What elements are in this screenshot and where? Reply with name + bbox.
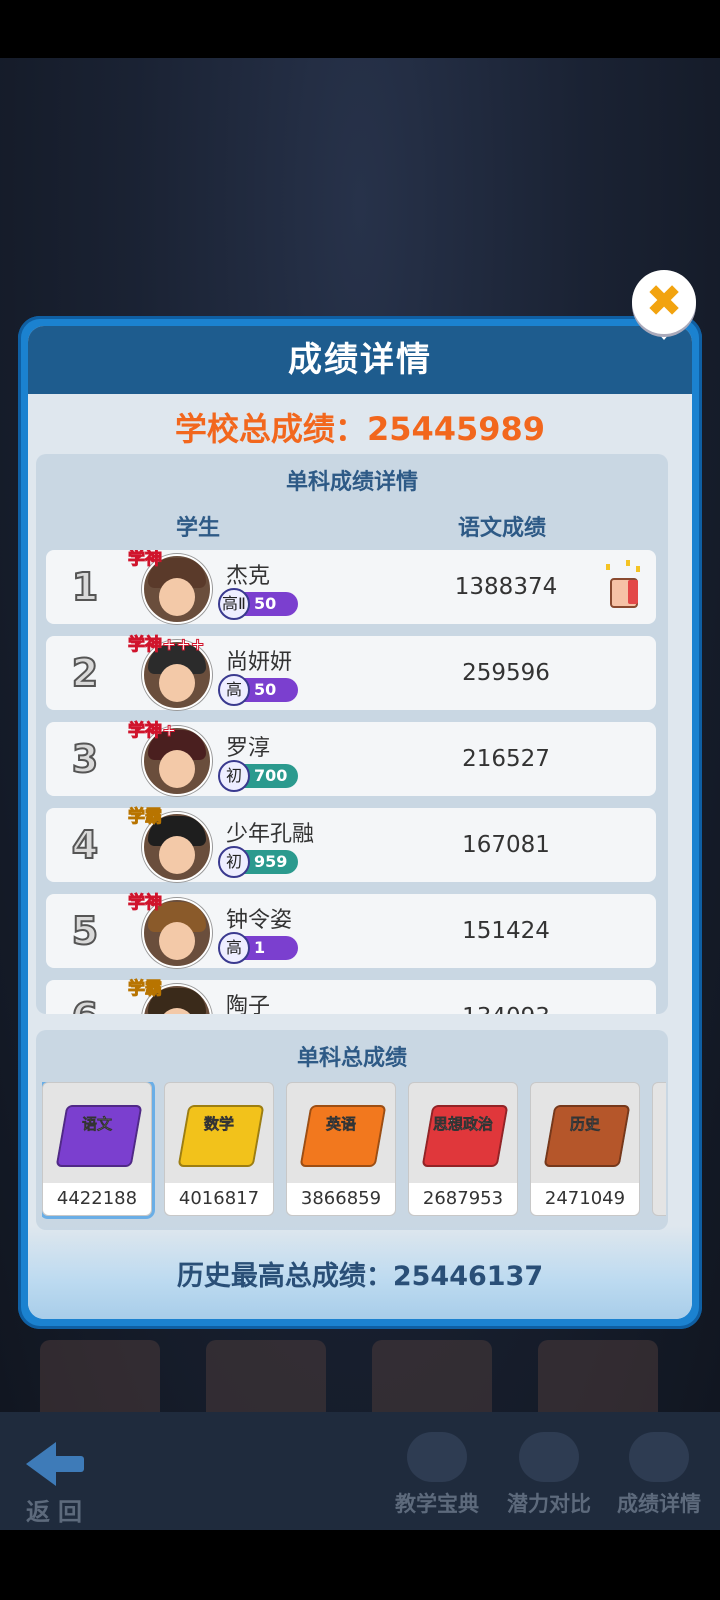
student-name: 钟令姿 xyxy=(226,908,293,933)
ranking-row[interactable]: 5 学神 钟令姿 高 1 151424 xyxy=(46,893,656,968)
history-best-value: 25446137 xyxy=(392,1261,544,1292)
level-number: 1 xyxy=(254,938,266,957)
school-total-value: 25445989 xyxy=(366,410,546,448)
teaching-guide-label: 教学宝典 xyxy=(395,1492,479,1516)
section-title: 单科总成绩 xyxy=(296,1046,407,1071)
dialog-title-bar: 成绩详情 xyxy=(28,326,692,394)
rank-number: 4 xyxy=(71,822,99,868)
section-title: 单科成绩详情 xyxy=(285,470,418,495)
school-total-label: 学校总成绩： xyxy=(174,410,367,448)
rank-number: 2 xyxy=(71,650,99,696)
rank-number: 1 xyxy=(71,564,99,610)
subject-label: 思想政治 xyxy=(433,1115,494,1134)
chart-icon xyxy=(519,1432,579,1482)
bottom-toolbar: 返回 教学宝典 潜力对比 成绩详情 xyxy=(0,1412,720,1530)
ranking-row[interactable]: 6 学霸 陶子 134093 xyxy=(46,979,656,1014)
subject-card-math[interactable]: 数学 4016817 xyxy=(164,1082,274,1216)
ranking-row[interactable]: 2 学神+++ 尚妍妍 高 50 259596 xyxy=(46,635,656,710)
subject-total: 3866859 xyxy=(287,1183,395,1215)
subject-card-english[interactable]: 英语 3866859 xyxy=(286,1082,396,1216)
level-number: 700 xyxy=(254,766,288,785)
column-header-score: 语文成绩 xyxy=(458,516,547,541)
score-details-button[interactable]: 成绩详情 xyxy=(604,1432,714,1522)
student-score: 216527 xyxy=(462,746,550,772)
title-badge: 学神+++ xyxy=(128,635,206,656)
school-total-score: 学校总成绩：25445989 xyxy=(28,404,692,450)
potential-compare-label: 潜力对比 xyxy=(507,1492,591,1516)
subject-card-politics[interactable]: 思想政治 2687953 xyxy=(408,1082,518,1216)
book-icon xyxy=(407,1432,467,1482)
subject-total: 2687953 xyxy=(409,1183,517,1215)
level-badge: 高Ⅱ 50 xyxy=(218,588,298,620)
subject-score-details-panel: 单科成绩详情 学生 语文成绩 1 学神 杰克 高Ⅱ 50 1388374 2 学… xyxy=(36,454,668,1014)
subject-card-history[interactable]: 历史 2471049 xyxy=(530,1082,640,1216)
level-tier: 高 xyxy=(218,674,250,706)
student-name: 罗淳 xyxy=(226,736,271,761)
subject-total: 4016817 xyxy=(165,1183,273,1215)
close-button[interactable]: ✖ xyxy=(632,270,696,334)
dialog-title: 成绩详情 xyxy=(288,340,432,380)
rank-number: 6 xyxy=(60,980,110,1014)
history-best-total: 历史最高总成绩：25446137 xyxy=(28,1254,692,1293)
teaching-guide-button[interactable]: 教学宝典 xyxy=(382,1432,492,1522)
subject-totals-panel: 单科总成绩 语文 4422188 数学 4016817 英语 3866859 思… xyxy=(36,1030,668,1230)
rank-number: 3 xyxy=(71,736,99,782)
student-score: 134093 xyxy=(426,980,586,1014)
level-tier: 高Ⅱ xyxy=(218,588,250,620)
subject-label: 英语 xyxy=(325,1115,357,1134)
level-tier: 初 xyxy=(218,846,250,878)
student-name: 陶子 xyxy=(226,994,271,1014)
subject-book-list[interactable]: 语文 4422188 数学 4016817 英语 3866859 思想政治 26… xyxy=(42,1082,666,1222)
student-score: 1388374 xyxy=(454,574,558,600)
title-badge: 学神+ xyxy=(127,721,177,742)
level-number: 959 xyxy=(254,852,288,871)
level-badge: 高 1 xyxy=(218,932,298,964)
level-number: 50 xyxy=(254,680,277,699)
ranking-row[interactable]: 4 学霸 少年孔融 初 959 167081 xyxy=(46,807,656,882)
level-tier: 初 xyxy=(218,760,250,792)
student-name: 少年孔融 xyxy=(226,822,315,847)
subject-label: 历史 xyxy=(569,1115,601,1134)
score-details-label: 成绩详情 xyxy=(617,1492,701,1516)
student-score: 167081 xyxy=(462,832,550,858)
back-button[interactable]: 返回 xyxy=(18,1442,98,1526)
level-number: 50 xyxy=(254,594,277,613)
subject-card-partial[interactable] xyxy=(652,1082,666,1216)
clipboard-icon xyxy=(629,1432,689,1482)
back-label: 返回 xyxy=(26,1498,90,1526)
history-best-label: 历史最高总成绩： xyxy=(176,1261,393,1292)
level-tier: 高 xyxy=(218,932,250,964)
back-arrow-icon xyxy=(52,1456,84,1472)
student-ranking-list[interactable]: 1 学神 杰克 高Ⅱ 50 1388374 2 学神+++ 尚妍妍 高 50 2… xyxy=(46,550,656,1014)
title-badge: 学神 xyxy=(128,550,163,570)
subject-label: 语文 xyxy=(81,1115,113,1134)
subject-total: 2471049 xyxy=(531,1183,639,1215)
student-score: 259596 xyxy=(462,660,550,686)
subject-card-chinese[interactable]: 语文 4422188 xyxy=(42,1082,152,1216)
level-badge: 初 959 xyxy=(218,846,298,878)
student-score: 151424 xyxy=(462,918,550,944)
subject-total: 4422188 xyxy=(43,1183,151,1215)
title-badge: 学霸 xyxy=(128,807,163,828)
potential-compare-button[interactable]: 潜力对比 xyxy=(494,1432,604,1522)
student-name: 尚妍妍 xyxy=(226,650,293,675)
close-icon: ✖ xyxy=(645,276,683,327)
subject-label: 数学 xyxy=(203,1115,235,1134)
score-details-dialog: 成绩详情 学校总成绩：25445989 单科成绩详情 学生 语文成绩 1 学神 … xyxy=(18,316,702,1329)
thumbs-up-icon[interactable] xyxy=(602,560,642,610)
column-header-student: 学生 xyxy=(176,516,221,541)
ranking-row[interactable]: 1 学神 杰克 高Ⅱ 50 1388374 xyxy=(46,550,656,624)
level-badge: 初 700 xyxy=(218,760,298,792)
rank-number: 5 xyxy=(71,908,99,954)
ranking-row[interactable]: 3 学神+ 罗淳 初 700 216527 xyxy=(46,721,656,796)
title-badge: 学神 xyxy=(128,893,163,914)
title-badge: 学霸 xyxy=(128,979,163,1000)
student-name: 杰克 xyxy=(226,564,271,589)
level-badge: 高 50 xyxy=(218,674,298,706)
